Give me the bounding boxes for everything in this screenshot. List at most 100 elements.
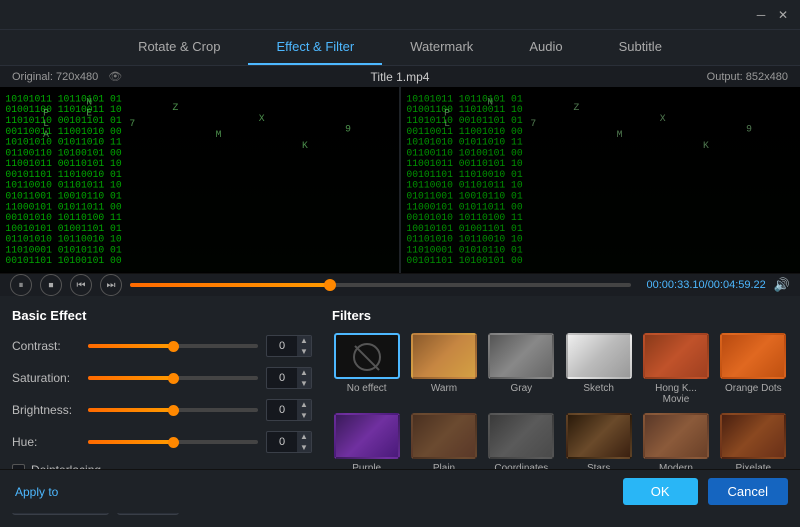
filter-thumb-pixelate bbox=[720, 413, 786, 459]
filter-label-orange-dots: Orange Dots bbox=[725, 383, 782, 394]
saturation-fill bbox=[88, 376, 173, 380]
hue-label: Hue: bbox=[12, 435, 80, 449]
basic-effect-title: Basic Effect bbox=[12, 308, 312, 323]
time-display: 00:00:33.10/00:04:59.22 bbox=[647, 279, 766, 291]
progress-bar[interactable] bbox=[130, 283, 631, 287]
filters-grid: No effect Warm Gray Sketch bbox=[332, 333, 788, 474]
close-button[interactable]: ✕ bbox=[774, 6, 792, 24]
saturation-row: Saturation: ▲ ▼ bbox=[12, 367, 312, 389]
eye-icon[interactable]: 👁 bbox=[108, 70, 122, 83]
filter-coordinates[interactable]: Coordinates bbox=[487, 413, 556, 474]
brightness-fill bbox=[88, 408, 173, 412]
tab-rotate-crop[interactable]: Rotate & Crop bbox=[110, 30, 248, 65]
tab-subtitle[interactable]: Subtitle bbox=[591, 30, 690, 65]
brightness-input[interactable] bbox=[267, 404, 297, 416]
minimize-button[interactable]: ─ bbox=[752, 6, 770, 24]
brightness-label: Brightness: bbox=[12, 403, 80, 417]
prev-button[interactable]: ⏮ bbox=[70, 274, 92, 296]
brightness-up[interactable]: ▲ bbox=[297, 399, 311, 410]
footer: Apply to OK Cancel bbox=[0, 469, 800, 513]
saturation-up[interactable]: ▲ bbox=[297, 367, 311, 378]
filter-thumb-purple bbox=[334, 413, 400, 459]
tab-audio[interactable]: Audio bbox=[501, 30, 590, 65]
contrast-down[interactable]: ▼ bbox=[297, 346, 311, 357]
filter-thumb-no-effect bbox=[334, 333, 400, 379]
hue-row: Hue: ▲ ▼ bbox=[12, 431, 312, 453]
preview-label-bar: Original: 720x480 👁 Title 1.mp4 Output: … bbox=[0, 66, 800, 87]
progress-fill bbox=[130, 283, 330, 287]
tab-watermark[interactable]: Watermark bbox=[382, 30, 501, 65]
ok-button[interactable]: OK bbox=[623, 478, 698, 505]
filter-pixelate[interactable]: Pixelate bbox=[719, 413, 788, 474]
filter-hk-movie[interactable]: Hong K... Movie bbox=[641, 333, 710, 405]
original-video-panel: 10101011 10110101 01 01001100 11010011 1… bbox=[0, 87, 399, 273]
filters-title: Filters bbox=[332, 308, 788, 323]
contrast-label: Contrast: bbox=[12, 339, 80, 353]
filter-thumb-hk-movie bbox=[643, 333, 709, 379]
filter-thumb-orange-dots bbox=[720, 333, 786, 379]
hue-spinners: ▲ ▼ bbox=[297, 431, 311, 453]
contrast-input[interactable] bbox=[267, 340, 297, 352]
filter-thumb-coordinates bbox=[488, 413, 554, 459]
hue-up[interactable]: ▲ bbox=[297, 431, 311, 442]
filter-thumb-plain bbox=[411, 413, 477, 459]
brightness-row: Brightness: ▲ ▼ bbox=[12, 399, 312, 421]
filter-stars[interactable]: Stars bbox=[564, 413, 633, 474]
main-content: Original: 720x480 👁 Title 1.mp4 Output: … bbox=[0, 66, 800, 513]
contrast-spinners: ▲ ▼ bbox=[297, 335, 311, 357]
apply-to-label[interactable]: Apply to bbox=[15, 485, 58, 499]
filter-purple[interactable]: Purple bbox=[332, 413, 401, 474]
hue-slider[interactable] bbox=[88, 440, 258, 444]
brightness-down[interactable]: ▼ bbox=[297, 410, 311, 421]
contrast-slider[interactable] bbox=[88, 344, 258, 348]
tab-effect-filter[interactable]: Effect & Filter bbox=[248, 30, 382, 65]
next-button[interactable]: ⏭ bbox=[100, 274, 122, 296]
preview-title: Title 1.mp4 bbox=[371, 70, 430, 84]
progress-thumb bbox=[324, 279, 336, 291]
controls-bar: ⏸ ⏹ ⏮ ⏭ 00:00:33.10/00:04:59.22 🔊 bbox=[0, 273, 800, 296]
brightness-input-wrap: ▲ ▼ bbox=[266, 399, 312, 421]
hue-down[interactable]: ▼ bbox=[297, 442, 311, 453]
title-bar: ─ ✕ bbox=[0, 0, 800, 30]
stop-button[interactable]: ⏹ bbox=[40, 274, 62, 296]
contrast-input-wrap: ▲ ▼ bbox=[266, 335, 312, 357]
filter-label-sketch: Sketch bbox=[583, 383, 614, 394]
filter-thumb-stars bbox=[566, 413, 632, 459]
contrast-up[interactable]: ▲ bbox=[297, 335, 311, 346]
filter-label-hk-movie: Hong K... Movie bbox=[641, 383, 710, 405]
filter-label-warm: Warm bbox=[431, 383, 457, 394]
saturation-input-wrap: ▲ ▼ bbox=[266, 367, 312, 389]
filter-thumb-modern bbox=[643, 413, 709, 459]
contrast-fill bbox=[88, 344, 173, 348]
original-label: Original: 720x480 bbox=[12, 71, 98, 83]
output-label: Output: 852x480 bbox=[707, 71, 788, 83]
brightness-spinners: ▲ ▼ bbox=[297, 399, 311, 421]
filter-orange-dots[interactable]: Orange Dots bbox=[719, 333, 788, 405]
filter-modern[interactable]: Modern bbox=[641, 413, 710, 474]
saturation-down[interactable]: ▼ bbox=[297, 378, 311, 389]
filter-sketch[interactable]: Sketch bbox=[564, 333, 633, 405]
saturation-thumb bbox=[168, 373, 179, 384]
filter-gray[interactable]: Gray bbox=[487, 333, 556, 405]
saturation-slider[interactable] bbox=[88, 376, 258, 380]
video-panels: 10101011 10110101 01 01001100 11010011 1… bbox=[0, 87, 800, 273]
hue-fill bbox=[88, 440, 173, 444]
brightness-slider[interactable] bbox=[88, 408, 258, 412]
hue-thumb bbox=[168, 437, 179, 448]
filter-no-effect[interactable]: No effect bbox=[332, 333, 401, 405]
filter-warm[interactable]: Warm bbox=[409, 333, 478, 405]
hue-input[interactable] bbox=[267, 436, 297, 448]
cancel-button[interactable]: Cancel bbox=[708, 478, 788, 505]
filtered-video-panel: 10101011 10110101 01 01001100 11010011 1… bbox=[399, 87, 800, 273]
pause-button[interactable]: ⏸ bbox=[10, 274, 32, 296]
saturation-input[interactable] bbox=[267, 372, 297, 384]
volume-icon[interactable]: 🔊 bbox=[774, 277, 790, 293]
tab-bar: Rotate & Crop Effect & Filter Watermark … bbox=[0, 30, 800, 66]
saturation-spinners: ▲ ▼ bbox=[297, 367, 311, 389]
filter-thumb-sketch bbox=[566, 333, 632, 379]
hue-input-wrap: ▲ ▼ bbox=[266, 431, 312, 453]
filter-thumb-warm bbox=[411, 333, 477, 379]
contrast-thumb bbox=[168, 341, 179, 352]
filter-label-gray: Gray bbox=[510, 383, 532, 394]
filter-plain[interactable]: Plain bbox=[409, 413, 478, 474]
